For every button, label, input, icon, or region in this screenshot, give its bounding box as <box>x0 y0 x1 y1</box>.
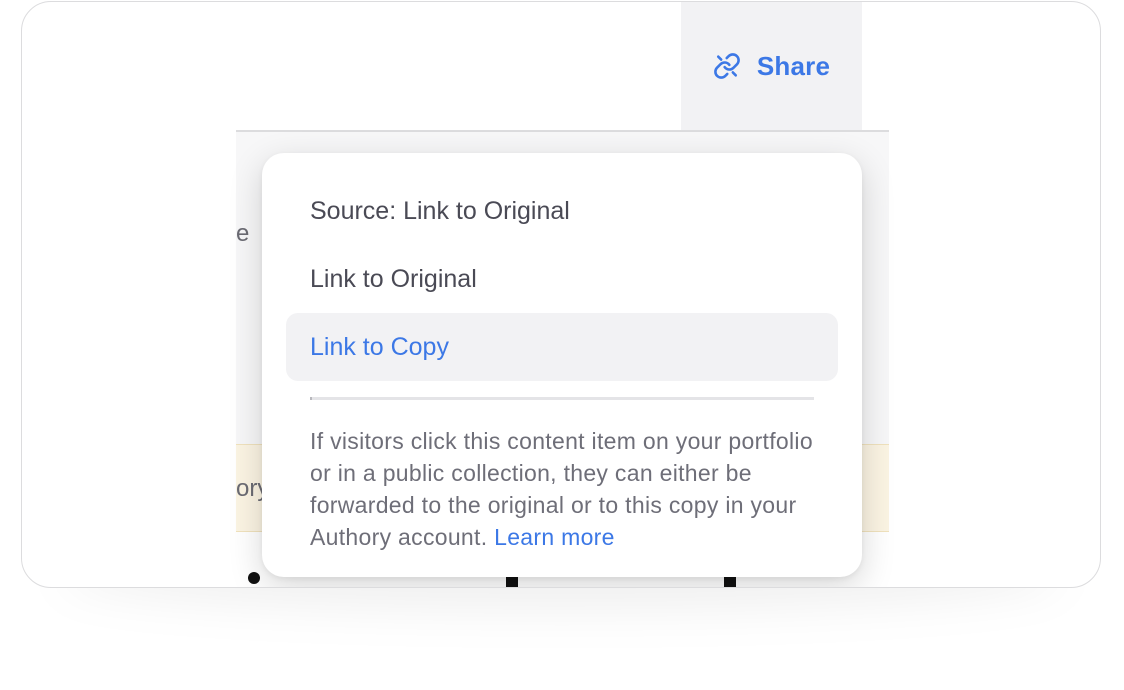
menu-item-source-link-to-original: Source: Link to Original <box>310 196 570 225</box>
share-button[interactable]: Share <box>681 2 862 132</box>
background-heading-glyph <box>248 572 260 584</box>
menu-description: If visitors click this content item on y… <box>310 425 830 553</box>
share-label: Share <box>756 50 831 81</box>
background-text-fragment: e <box>236 220 250 247</box>
menu-item-link-to-original[interactable]: Link to Original <box>286 245 838 313</box>
link-icon <box>713 52 741 80</box>
menu-divider <box>310 397 814 400</box>
stage: Share e ory Source: Link to Original Lin… <box>0 0 1124 690</box>
content-card: Share e ory Source: Link to Original Lin… <box>21 1 1101 588</box>
menu-item-link-to-copy[interactable]: Link to Copy <box>286 313 838 381</box>
learn-more-link[interactable]: Learn more <box>494 524 615 550</box>
share-dropdown-menu: Source: Link to Original Link to Origina… <box>262 153 862 577</box>
